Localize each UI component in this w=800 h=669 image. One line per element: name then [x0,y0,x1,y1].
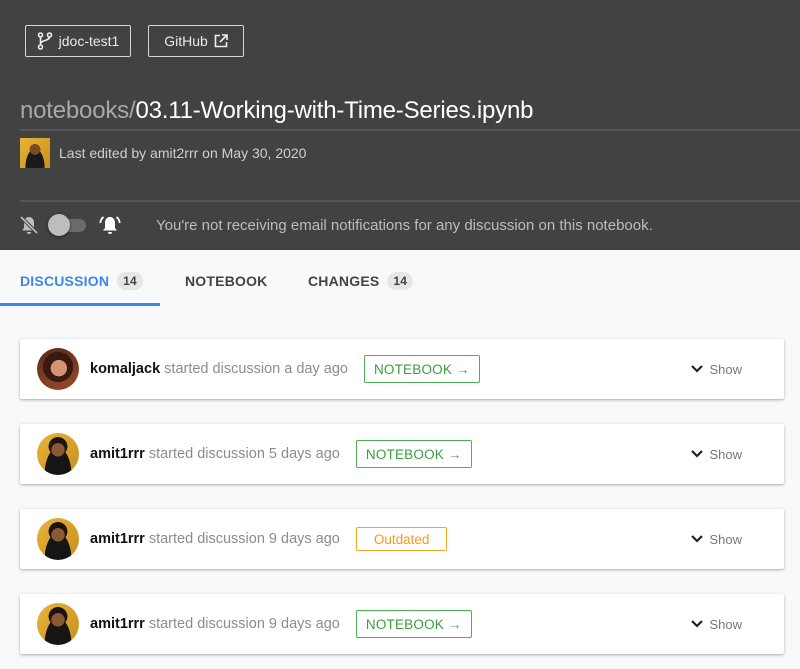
show-label: Show [709,531,742,547]
tab-changes[interactable]: CHANGES 14 [308,255,414,307]
notebook-link-badge[interactable]: NOTEBOOK → [355,440,472,468]
active-tab-indicator [0,303,160,306]
tab-notebook-label: NOTEBOOK [185,273,268,289]
notebook-name: 03.11-Working-with-Time-Series.ipynb [135,97,534,124]
notebook-link-badge[interactable]: NOTEBOOK → [363,355,480,383]
bell-ring-icon [98,213,122,237]
header-buttons: jdoc-test1 GitHub [25,25,244,57]
discussion-author[interactable]: amit1rrr [90,446,145,462]
discussion-action: started discussion a day ago [164,361,348,377]
notification-settings: You're not receiving email notifications… [18,210,653,240]
avatar [37,518,79,560]
discussion-action: started discussion 9 days ago [148,616,340,632]
tab-discussion-label: DISCUSSION [20,273,110,289]
tab-changes-count: 14 [387,272,414,290]
bell-off-icon [18,214,40,236]
notebook-link-badge[interactable]: NOTEBOOK → [355,610,472,638]
tab-bar: DISCUSSION 14 NOTEBOOK CHANGES 14 [0,255,800,307]
chevron-down-icon [690,449,704,459]
page-title: notebooks/03.11-Working-with-Time-Series… [20,97,533,125]
discussion-summary: amit1rrr started discussion 5 days ago [90,446,340,462]
discussion-item[interactable]: komaljack started discussion a day ago N… [20,339,784,399]
tab-notebook[interactable]: NOTEBOOK [185,255,268,307]
notification-divider [20,200,800,202]
notebook-header: jdoc-test1 GitHub notebooks/03.11-Workin… [0,0,800,250]
discussion-item[interactable]: amit1rrr started discussion 9 days ago O… [20,509,784,569]
tab-discussion[interactable]: DISCUSSION 14 [0,255,160,307]
show-label: Show [709,446,742,462]
discussion-summary: amit1rrr started discussion 9 days ago [90,616,340,632]
show-label: Show [709,616,742,632]
discussion-author[interactable]: komaljack [90,361,160,377]
chevron-down-icon [690,364,704,374]
discussion-action: started discussion 5 days ago [148,446,340,462]
notification-message: You're not receiving email notifications… [156,216,653,234]
show-toggle[interactable]: Show [690,594,742,654]
breadcrumb-path[interactable]: notebooks/ [20,97,136,124]
last-edited: Last edited by amit2rrr on May 30, 2020 [20,138,306,168]
title-divider [20,129,800,131]
discussion-action: started discussion 9 days ago [148,531,340,547]
email-notification-toggle[interactable] [48,214,88,236]
last-edited-text: Last edited by amit2rrr on May 30, 2020 [59,145,307,161]
show-toggle[interactable]: Show [690,339,742,399]
discussion-item[interactable]: amit1rrr started discussion 9 days ago N… [20,594,784,654]
discussion-author[interactable]: amit1rrr [90,616,145,632]
show-label: Show [709,361,742,377]
discussion-item[interactable]: amit1rrr started discussion 5 days ago N… [20,424,784,484]
outdated-badge: Outdated [355,527,448,551]
discussion-author[interactable]: amit1rrr [90,531,145,547]
avatar [37,433,79,475]
avatar [37,348,79,390]
tab-discussion-count: 14 [117,272,143,290]
toggle-thumb[interactable] [48,214,70,236]
editor-avatar [20,138,50,168]
discussion-summary: amit1rrr started discussion 9 days ago [90,531,340,547]
avatar [37,603,79,645]
chevron-down-icon [690,619,704,629]
branch-button[interactable]: jdoc-test1 [25,25,131,57]
chevron-down-icon [690,534,704,544]
github-button[interactable]: GitHub [148,25,244,57]
discussion-summary: komaljack started discussion a day ago [90,361,348,377]
github-label: GitHub [164,33,208,49]
git-branch-icon [37,32,53,50]
show-toggle[interactable]: Show [690,509,742,569]
tab-changes-label: CHANGES [308,273,380,289]
show-toggle[interactable]: Show [690,424,742,484]
external-link-icon [214,34,228,48]
branch-label: jdoc-test1 [58,33,120,49]
